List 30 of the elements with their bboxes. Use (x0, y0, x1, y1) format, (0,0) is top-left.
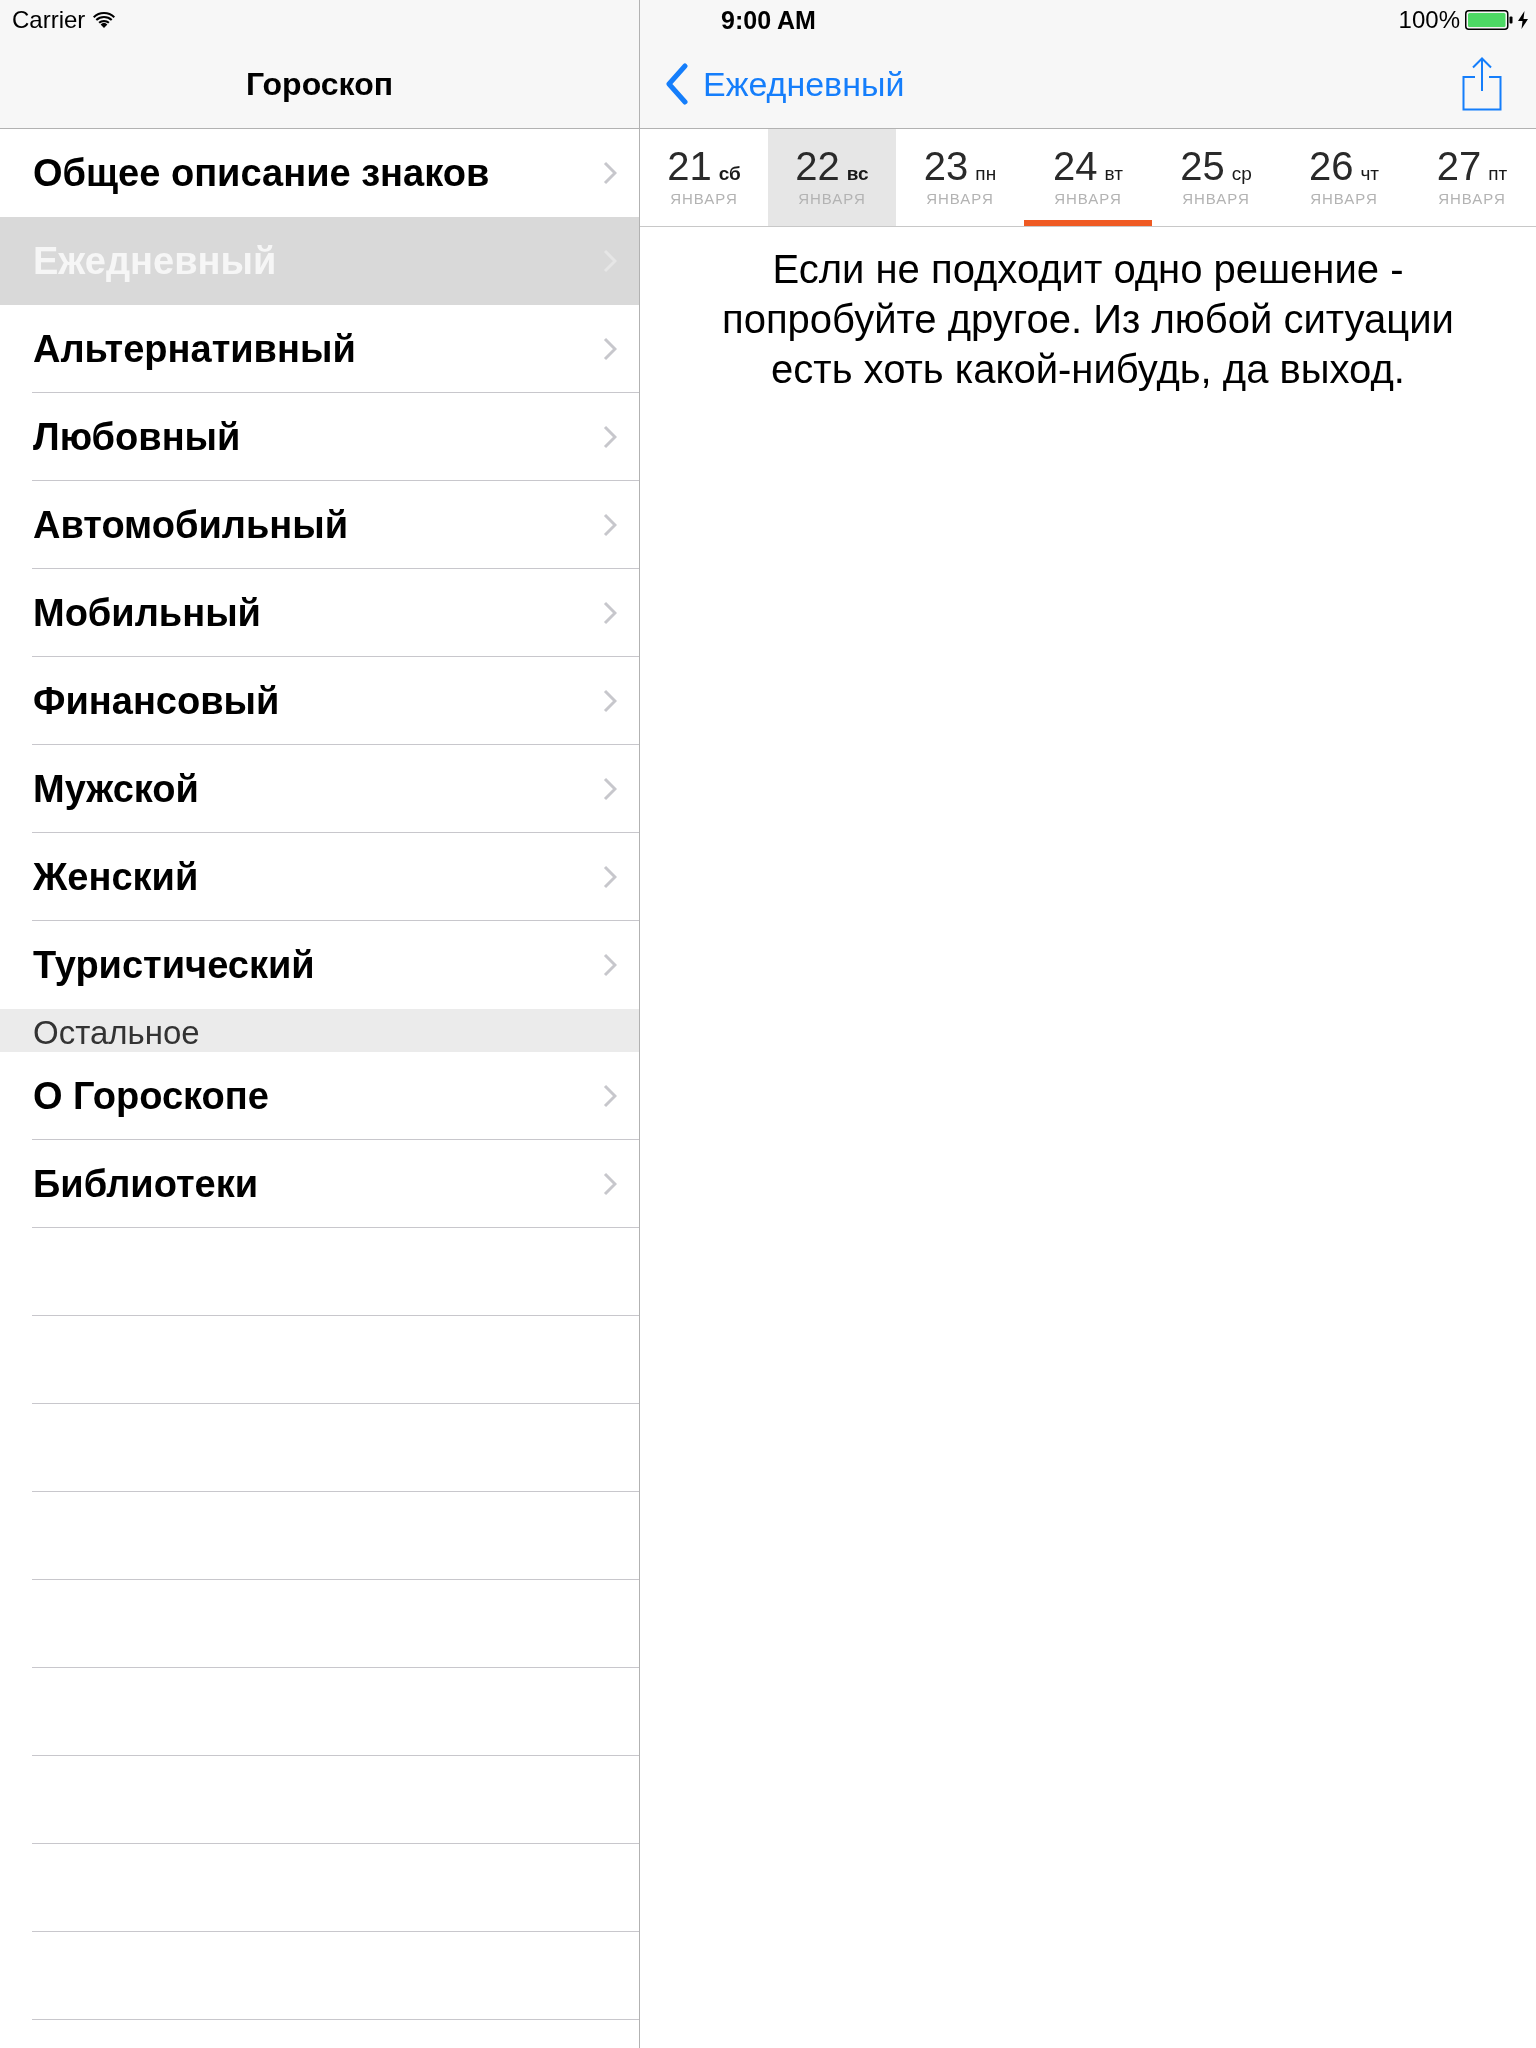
chevron-right-icon (603, 601, 617, 625)
battery-icon (1465, 10, 1513, 30)
chevron-left-icon (665, 63, 689, 105)
day-tab[interactable]: 26 чт ЯНВАРЯ (1280, 129, 1408, 226)
day-tab[interactable]: 25 ср ЯНВАРЯ (1152, 129, 1280, 226)
chevron-right-icon (603, 1172, 617, 1196)
charging-bolt-icon (1518, 11, 1528, 29)
chevron-right-icon (603, 689, 617, 713)
day-tab[interactable]: 21 сб ЯНВАРЯ (640, 129, 768, 226)
section-header: Остальное (0, 1009, 639, 1052)
day-tab[interactable]: 24 вт ЯНВАРЯ (1024, 129, 1152, 226)
chevron-right-icon (603, 777, 617, 801)
horoscope-text: Если не подходит одно решение - попробуйте другое. Из любой ситуации есть хоть какой-нибудь, да выход. (721, 246, 1455, 393)
share-button[interactable] (1462, 57, 1502, 111)
day-tab[interactable]: 23 пн ЯНВАРЯ (896, 129, 1024, 226)
chevron-right-icon (603, 161, 617, 185)
day-tab[interactable]: 27 пт ЯНВАРЯ (1408, 129, 1536, 226)
battery-percent: 100% (1398, 6, 1460, 34)
wifi-icon (93, 11, 116, 29)
chevron-right-icon (603, 337, 617, 361)
back-button[interactable]: Ежедневный (665, 63, 905, 105)
chevron-right-icon (603, 425, 617, 449)
chevron-right-icon (603, 865, 617, 889)
share-icon (1462, 57, 1502, 111)
chevron-right-icon (603, 953, 617, 977)
chevron-right-icon (603, 1084, 617, 1108)
chevron-right-icon (603, 513, 617, 537)
status-time: 9:00 AM (721, 5, 816, 35)
nav-title: Гороскоп (246, 65, 393, 103)
carrier-label: Carrier (12, 6, 86, 34)
